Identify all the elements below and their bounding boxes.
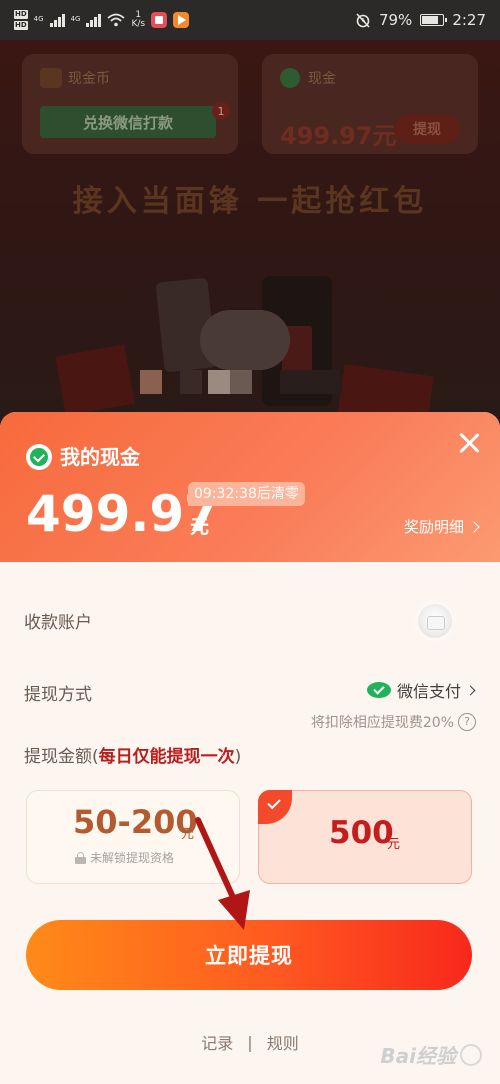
amount-label-note: 每日仅能提现一次 [98, 747, 235, 767]
blurred-text [230, 370, 252, 394]
status-left: HD HD 4G 4G 1 K/s [14, 9, 190, 31]
bg-hand [200, 310, 290, 370]
footer-separator: | [247, 1032, 253, 1052]
alarm-off-icon [356, 13, 370, 28]
battery-percent: 79% [378, 11, 413, 29]
bg-cash-card: 现金 499.97元 提现 [262, 54, 478, 154]
withdraw-now-button[interactable]: 立即提现 [26, 920, 472, 990]
notification-app-icon-1 [151, 12, 168, 28]
bg-exchange-button: 兑换微信打款 [40, 106, 216, 138]
wechat-icon [26, 444, 52, 470]
check-icon [258, 790, 292, 824]
option-unit: 元 [387, 837, 401, 852]
pay-method-value: 微信支付 [396, 682, 461, 701]
blurred-text [208, 370, 230, 394]
reward-detail-label: 奖励明细 [403, 518, 464, 536]
bg-cash-amount: 499.97元 [280, 122, 397, 150]
watermark-text: Bai经验 [380, 1044, 456, 1068]
bg-withdraw-button: 提现 [394, 114, 460, 144]
cash-unit: 元 [190, 516, 210, 538]
blurred-text [280, 370, 340, 394]
status-bar: HD HD 4G 4G 1 K/s 79% 2:27 [0, 0, 500, 40]
coin-icon [40, 68, 62, 88]
amount-option-500[interactable]: 500 元 [258, 790, 472, 884]
bg-wechat-icon [280, 68, 300, 88]
amount-label: 提现金额(每日仅能提现一次) [24, 742, 241, 767]
sheet-header: 我的现金 499.97 元 09:32:38后清零 奖励明细 [0, 412, 500, 562]
reward-detail-link[interactable]: 奖励明细 [403, 516, 480, 537]
signal-icon-2 [86, 13, 102, 27]
bg-envelope [55, 344, 135, 416]
background-page: 现金币 兑换微信打款 1 现金 499.97元 提现 接入当面锋 一起抢红包 [0, 40, 500, 420]
option-value: 500 [329, 815, 394, 851]
bg-headline: 接入当面锋 一起抢红包 [72, 184, 428, 219]
amount-label-suffix: ) [234, 747, 242, 767]
pay-method-selector[interactable]: 微信支付 [366, 678, 476, 702]
notification-app-icon-2 [173, 12, 190, 28]
method-label: 提现方式 [24, 685, 92, 705]
fee-note-text: 将扣除相应提现费20% [310, 715, 454, 731]
account-avatar[interactable] [418, 604, 452, 638]
chevron-right-icon [465, 685, 476, 695]
bg-coin-card: 现金币 兑换微信打款 1 [22, 54, 238, 154]
hd-badges: HD HD [14, 9, 28, 31]
option-lock-note: 未解锁提现资格 [75, 849, 174, 866]
blurred-text [180, 370, 202, 394]
signal-icon-1 [49, 13, 65, 27]
help-icon[interactable]: ? [458, 713, 476, 731]
amount-option-50-200[interactable]: 50-200 元 未解锁提现资格 [26, 790, 240, 884]
option-value: 50-200 [73, 803, 198, 841]
battery-icon [420, 14, 448, 26]
wifi-icon [107, 13, 126, 27]
option-lock-text: 未解锁提现资格 [90, 851, 175, 865]
cash-title: 我的现金 [60, 445, 140, 469]
option-unit: 元 [181, 827, 195, 842]
bg-badge: 1 [212, 102, 230, 120]
network-type-1: 4G [33, 15, 44, 23]
status-right: 79% 2:27 [355, 11, 486, 29]
network-speed: 1 K/s [131, 11, 145, 29]
close-icon[interactable] [456, 430, 482, 456]
withdraw-sheet: 我的现金 499.97 元 09:32:38后清零 奖励明细 收款账户 提现方式… [0, 412, 500, 1084]
rules-link[interactable]: 规则 [267, 1030, 299, 1054]
lock-icon [75, 851, 86, 864]
network-speed-unit: K/s [131, 19, 146, 29]
wechat-pay-icon [366, 680, 391, 700]
network-type-2: 4G [70, 15, 81, 23]
watermark: Bai经验 [380, 1040, 482, 1069]
account-label: 收款账户 [24, 613, 92, 633]
bg-cash-label: 现金 [308, 71, 336, 87]
blurred-text [140, 370, 162, 394]
paw-icon [460, 1043, 482, 1066]
clock: 2:27 [452, 11, 486, 29]
fee-note: 将扣除相应提现费20% ? [311, 712, 476, 732]
amount-label-prefix: 提现金额( [24, 747, 99, 767]
hd-badge-2: HD [14, 21, 28, 30]
bg-coin-label: 现金币 [68, 71, 110, 87]
hd-badge-1: HD [14, 10, 28, 19]
countdown-badge: 09:32:38后清零 [188, 482, 305, 506]
chevron-right-icon [468, 520, 480, 533]
record-link[interactable]: 记录 [201, 1030, 233, 1054]
